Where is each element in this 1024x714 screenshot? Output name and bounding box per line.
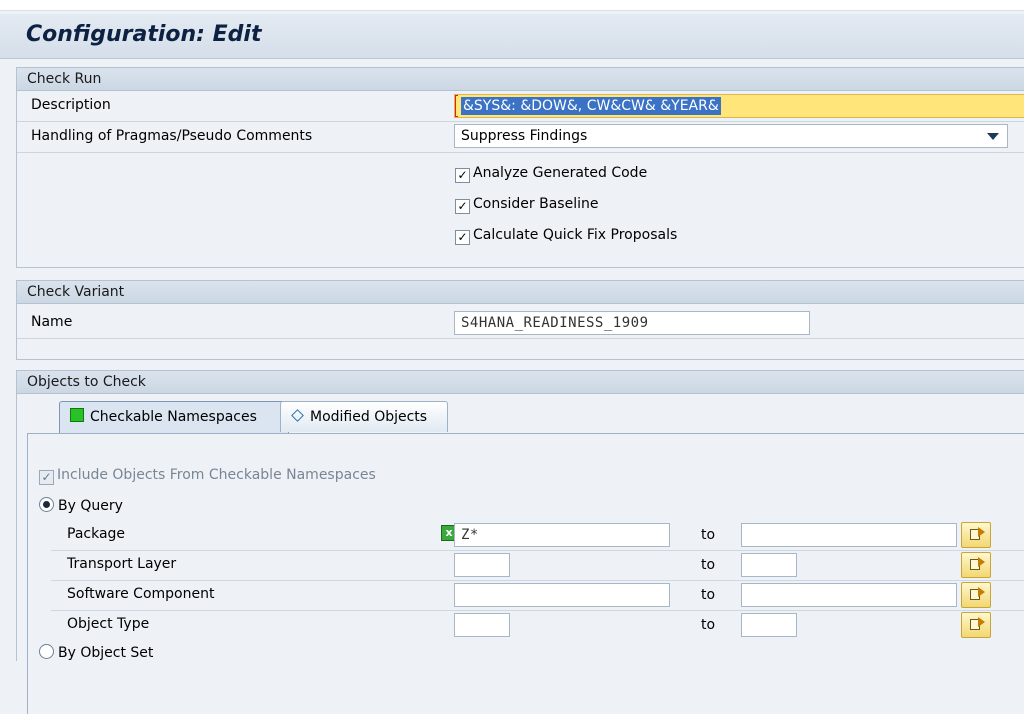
tab-modified-objects-label: Modified Objects (310, 409, 428, 425)
pragmas-row: Handling of Pragmas/Pseudo Comments Supp… (17, 122, 1024, 153)
description-value: &SYS&: &DOW&, CW&CW& &YEAR& (461, 97, 721, 115)
object-type-row: Object Type to (51, 610, 1024, 640)
checkbox-checked-icon[interactable]: ✓ (39, 470, 54, 485)
transport-layer-to-input[interactable] (741, 553, 797, 577)
variant-name-input[interactable]: S4HANA_READINESS_1909 (454, 311, 810, 335)
object-type-label: Object Type (67, 616, 150, 632)
objects-to-check-group: Objects to Check Checkable Namespaces Mo… (16, 370, 1024, 714)
multiple-selection-button[interactable] (961, 582, 991, 608)
pragmas-selected-value: Suppress Findings (461, 128, 588, 144)
package-to-input[interactable] (741, 523, 957, 547)
tab-checkable-namespaces-label: Checkable Namespaces (90, 409, 257, 425)
by-query-label: By Query (58, 498, 123, 514)
check-run-group: Check Run Description &SYS&: &DOW&, CW&C… (16, 67, 1024, 268)
pragmas-dropdown[interactable]: Suppress Findings (454, 124, 1008, 148)
software-component-to-input[interactable] (741, 583, 957, 607)
tab-checkable-namespaces[interactable]: Checkable Namespaces (59, 401, 289, 434)
green-status-icon (70, 408, 84, 422)
multiple-selection-button[interactable] (961, 612, 991, 638)
multiple-selection-button[interactable] (961, 552, 991, 578)
chevron-down-icon[interactable] (987, 133, 999, 140)
transport-layer-label: Transport Layer (67, 556, 177, 572)
diamond-icon (291, 409, 304, 422)
description-input[interactable]: &SYS&: &DOW&, CW&CW& &YEAR& (454, 94, 1024, 118)
variant-name-label: Name (31, 314, 73, 330)
by-query-radio[interactable]: By Query (39, 496, 123, 516)
page-title: Configuration: Edit (26, 22, 262, 47)
radio-selected-icon[interactable] (39, 497, 54, 512)
radio-unselected-icon[interactable] (39, 644, 54, 659)
calculate-quick-fix-checkbox[interactable]: ✓ Calculate Quick Fix Proposals (455, 225, 677, 245)
software-component-from-input[interactable] (454, 583, 670, 607)
variant-name-row: Name S4HANA_READINESS_1909 (17, 308, 1024, 339)
window-top-strip (0, 0, 1024, 11)
calculate-quick-fix-label: Calculate Quick Fix Proposals (473, 227, 678, 243)
package-from-value: Z* (461, 527, 479, 543)
description-label: Description (31, 97, 111, 113)
checkbox-checked-icon[interactable]: ✓ (455, 168, 470, 183)
to-label: to (701, 557, 716, 573)
analyze-generated-code-label: Analyze Generated Code (473, 165, 648, 181)
transport-layer-row: Transport Layer to (51, 550, 1024, 581)
package-label: Package (67, 526, 126, 542)
to-label: to (701, 617, 716, 633)
title-bar: Configuration: Edit (0, 14, 1024, 59)
objects-to-check-header: Objects to Check (17, 371, 1024, 394)
pragmas-label: Handling of Pragmas/Pseudo Comments (31, 128, 313, 144)
checkbox-checked-icon[interactable]: ✓ (455, 230, 470, 245)
multiple-selection-button[interactable] (961, 522, 991, 548)
check-variant-header: Check Variant (17, 281, 1024, 304)
include-namespaces-label: Include Objects From Checkable Namespace… (57, 467, 376, 483)
variant-name-value: S4HANA_READINESS_1909 (461, 315, 649, 331)
check-run-header: Check Run (17, 68, 1024, 91)
object-type-to-input[interactable] (741, 613, 797, 637)
to-label: to (701, 527, 716, 543)
software-component-row: Software Component to (51, 580, 1024, 611)
by-object-set-label: By Object Set (58, 645, 154, 661)
checkbox-checked-icon[interactable]: ✓ (455, 199, 470, 214)
package-from-input[interactable]: Z* (454, 523, 670, 547)
consider-baseline-checkbox[interactable]: ✓ Consider Baseline (455, 194, 598, 214)
text-cursor-marker (455, 95, 458, 117)
analyze-generated-code-checkbox[interactable]: ✓ Analyze Generated Code (455, 163, 647, 183)
object-type-from-input[interactable] (454, 613, 510, 637)
check-variant-group: Check Variant Name S4HANA_READINESS_1909 (16, 280, 1024, 360)
by-object-set-radio[interactable]: By Object Set (39, 643, 153, 663)
consider-baseline-label: Consider Baseline (473, 196, 599, 212)
software-component-label: Software Component (67, 586, 215, 602)
transport-layer-from-input[interactable] (454, 553, 510, 577)
description-row: Description &SYS&: &DOW&, CW&CW& &YEAR& (17, 91, 1024, 122)
to-label: to (701, 587, 716, 603)
tab-modified-objects[interactable]: Modified Objects (280, 401, 448, 432)
package-row: Package x Z* to (51, 520, 1024, 551)
include-namespaces-checkbox[interactable]: ✓ Include Objects From Checkable Namespac… (39, 465, 376, 485)
